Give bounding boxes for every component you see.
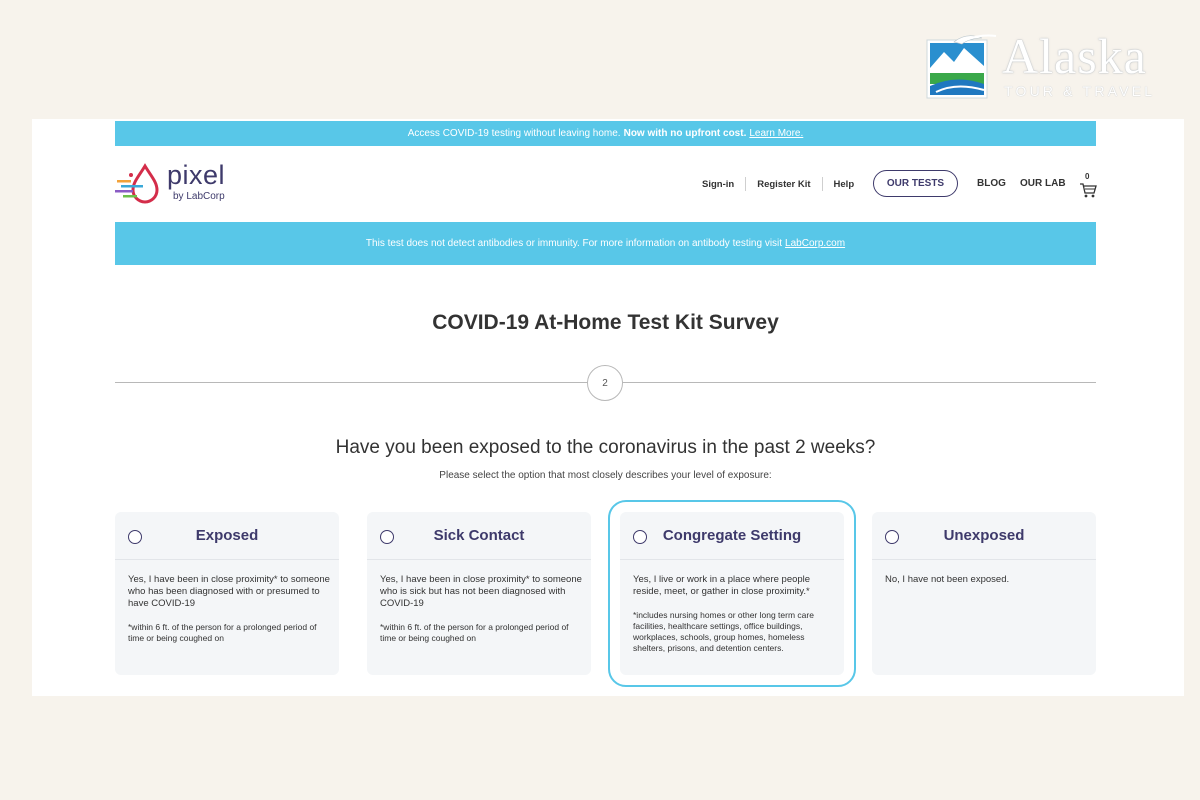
our-lab-link[interactable]: OUR LAB bbox=[1020, 178, 1066, 189]
alaska-tour-travel-logo: Alaska TOUR & TRAVEL bbox=[926, 28, 1176, 102]
option-description: Yes, I live or work in a place where peo… bbox=[633, 574, 811, 597]
card-divider bbox=[367, 559, 591, 560]
cart-count-badge: 0 bbox=[1085, 172, 1090, 181]
utility-nav: Sign-in Register Kit Help bbox=[691, 177, 865, 191]
brand-tagline: TOUR & TRAVEL bbox=[1004, 83, 1156, 99]
promo-text: Access COVID-19 testing without leaving … bbox=[407, 128, 621, 139]
card-divider bbox=[115, 559, 339, 560]
option-description: Yes, I have been in close proximity* to … bbox=[380, 574, 582, 609]
antibody-info-banner: This test does not detect antibodies or … bbox=[115, 222, 1096, 265]
survey-question: Have you been exposed to the coronavirus… bbox=[335, 437, 876, 458]
option-card-exposed[interactable]: Exposed Yes, I have been in close proxim… bbox=[115, 512, 339, 675]
option-card-congregate-setting[interactable]: Congregate Setting Yes, I live or work i… bbox=[608, 500, 856, 687]
step-indicator: 2 bbox=[587, 365, 623, 401]
blog-link[interactable]: BLOG bbox=[977, 178, 1006, 189]
screenshot-panel: Access COVID-19 testing without leaving … bbox=[32, 119, 1184, 696]
option-description: Yes, I have been in close proximity* to … bbox=[128, 574, 330, 609]
promo-banner: Access COVID-19 testing without leaving … bbox=[115, 121, 1096, 146]
our-tests-button[interactable]: OUR TESTS bbox=[873, 170, 958, 197]
option-title: Exposed bbox=[195, 527, 259, 544]
pixel-drop-icon bbox=[115, 163, 159, 204]
option-title: Congregate Setting bbox=[662, 527, 802, 544]
site-header: pixel by LabCorp Sign-in Register Kit He… bbox=[115, 146, 1099, 221]
shopping-cart-icon bbox=[1080, 183, 1097, 198]
brand-name: Alaska bbox=[1002, 28, 1147, 84]
promo-bold-text: Now with no upfront cost. bbox=[623, 128, 747, 139]
option-footnote: *within 6 ft. of the person for a prolon… bbox=[380, 622, 569, 643]
help-link[interactable]: Help bbox=[823, 179, 866, 190]
alaska-landscape-icon bbox=[926, 34, 997, 99]
option-card-unexposed[interactable]: Unexposed No, I have not been exposed. bbox=[872, 512, 1096, 675]
option-card-sick-contact[interactable]: Sick Contact Yes, I have been in close p… bbox=[367, 512, 591, 675]
logo-subtitle: by LabCorp bbox=[173, 191, 225, 202]
register-kit-link[interactable]: Register Kit bbox=[746, 179, 821, 190]
info-text: This test does not detect antibodies or … bbox=[365, 238, 783, 249]
option-footnote: *includes nursing homes or other long te… bbox=[633, 610, 814, 653]
pixel-logo[interactable]: pixel by LabCorp bbox=[115, 160, 245, 204]
option-description: No, I have not been exposed. bbox=[885, 574, 1010, 585]
page-title: COVID-19 At-Home Test Kit Survey bbox=[432, 311, 779, 334]
card-divider bbox=[872, 559, 1096, 560]
sign-in-link[interactable]: Sign-in bbox=[691, 179, 745, 190]
option-title: Sick Contact bbox=[433, 527, 525, 544]
logo-wordmark: pixel bbox=[167, 160, 226, 190]
learn-more-link[interactable]: Learn More. bbox=[749, 128, 803, 139]
cart-button[interactable]: 0 bbox=[1077, 172, 1099, 198]
option-footnote: *within 6 ft. of the person for a prolon… bbox=[128, 622, 317, 643]
option-title: Unexposed bbox=[943, 527, 1025, 544]
survey-instruction: Please select the option that most close… bbox=[439, 470, 772, 481]
labcorp-link[interactable]: LabCorp.com bbox=[785, 238, 845, 249]
card-divider bbox=[620, 559, 844, 560]
